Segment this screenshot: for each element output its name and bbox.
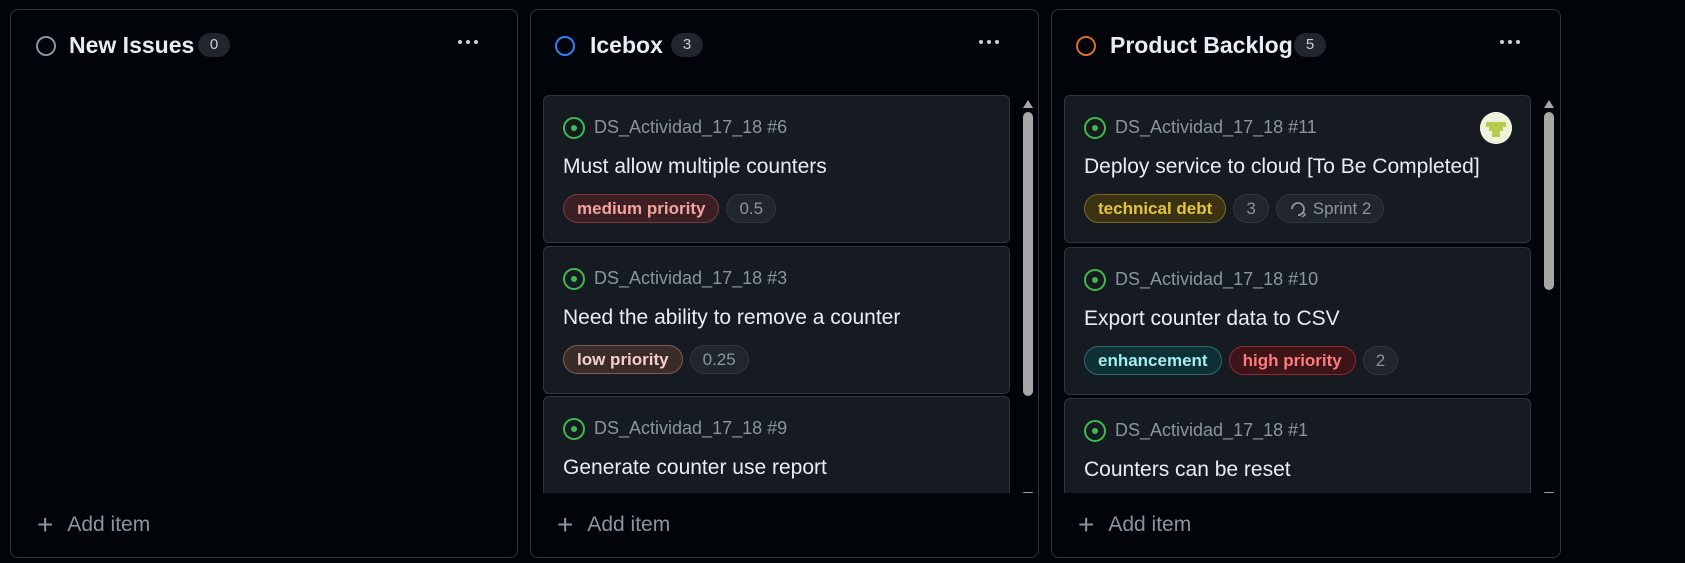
item-count-badge: 5 (1294, 33, 1326, 57)
issue-reference: DS_Actividad_17_18 #11 (1115, 117, 1317, 137)
column-title: Product Backlog (1110, 32, 1293, 58)
issue-reference: DS_Actividad_17_18 #6 (594, 117, 788, 137)
scrollbar-thumb[interactable] (1023, 112, 1033, 396)
issue-reference: DS_Actividad_17_18 #1 (1115, 420, 1309, 440)
card-fields: medium priority 0.5 (563, 194, 777, 223)
card-fields: low priority 0.25 (563, 345, 749, 374)
issue-title[interactable]: Generate counter use report (563, 456, 827, 480)
add-item-button[interactable]: + Add item (1052, 493, 1560, 557)
column-menu-button[interactable] (452, 30, 484, 54)
issue-card[interactable]: DS_Actividad_17_18 #3 Need the ability t… (543, 246, 1010, 394)
add-item-button[interactable]: + Add item (531, 493, 1038, 557)
card-fields: enhancement high priority 2 (1084, 346, 1399, 375)
column-menu-button[interactable] (973, 30, 1005, 54)
column-header: Icebox 3 (531, 10, 1038, 90)
estimate-field: 2 (1362, 346, 1399, 375)
plus-icon: + (1078, 509, 1095, 540)
iteration-label: Sprint 2 (1312, 199, 1372, 218)
status-circle-icon (1076, 36, 1096, 56)
card-fields: technical debt 3 Sprint 2 (1084, 194, 1385, 223)
add-item-label: Add item (1108, 513, 1192, 536)
column-header: New Issues 0 (11, 10, 517, 90)
issue-card[interactable]: DS_Actividad_17_18 #9 Generate counter u… (543, 396, 1010, 505)
assignee-avatar[interactable] (1480, 112, 1512, 144)
estimate-field: 0.25 (689, 345, 749, 374)
issue-card[interactable]: DS_Actividad_17_18 #1 Counters can be re… (1064, 398, 1531, 505)
status-circle-icon (36, 36, 56, 56)
scroll-up-arrow-icon[interactable] (1023, 100, 1033, 108)
add-item-label: Add item (67, 513, 151, 536)
open-issue-icon (1084, 420, 1106, 442)
scroll-up-arrow-icon[interactable] (1544, 100, 1554, 108)
column-title: New Issues (69, 32, 195, 58)
column-new-issues: New Issues 0 + Add item (10, 9, 518, 558)
item-count-badge: 0 (198, 33, 230, 57)
estimate-field: 0.5 (726, 194, 777, 223)
issue-card[interactable]: DS_Actividad_17_18 #6 Must allow multipl… (543, 95, 1010, 243)
plus-icon: + (37, 509, 54, 540)
card-list: DS_Actividad_17_18 #11 Deploy service to… (1064, 90, 1532, 505)
open-issue-icon (563, 117, 585, 139)
column-icebox: Icebox 3 DS_Actividad_17_18 #6 Must allo… (530, 9, 1039, 558)
issue-reference: DS_Actividad_17_18 #10 (1115, 269, 1319, 289)
issue-card[interactable]: DS_Actividad_17_18 #10 Export counter da… (1064, 247, 1531, 395)
open-issue-icon (563, 268, 585, 290)
item-count-badge: 3 (671, 33, 703, 57)
issue-title[interactable]: Need the ability to remove a counter (563, 306, 900, 330)
issue-title[interactable]: Deploy service to cloud [To Be Completed… (1084, 155, 1480, 179)
issue-title[interactable]: Export counter data to CSV (1084, 307, 1340, 331)
open-issue-icon (563, 418, 585, 440)
open-issue-icon (1084, 117, 1106, 139)
column-menu-button[interactable] (1494, 30, 1526, 54)
label-technical-debt[interactable]: technical debt (1084, 194, 1227, 223)
open-issue-icon (1084, 269, 1106, 291)
issue-title[interactable]: Must allow multiple counters (563, 155, 827, 179)
column-title: Icebox (590, 32, 663, 58)
column-product-backlog: Product Backlog 5 DS_Actividad_17_18 #11… (1051, 9, 1561, 558)
issue-title[interactable]: Counters can be reset (1084, 458, 1291, 482)
plus-icon: + (557, 509, 574, 540)
label-high-priority[interactable]: high priority (1228, 346, 1356, 375)
status-circle-icon (555, 36, 575, 56)
column-header: Product Backlog 5 (1052, 10, 1560, 90)
iteration-field: Sprint 2 (1275, 194, 1385, 223)
add-item-button[interactable]: + Add item (11, 493, 517, 557)
add-item-label: Add item (587, 513, 671, 536)
estimate-field: 3 (1233, 194, 1269, 223)
card-list: DS_Actividad_17_18 #6 Must allow multipl… (543, 90, 1011, 505)
label-medium-priority[interactable]: medium priority (563, 194, 720, 223)
scrollbar[interactable] (1541, 96, 1557, 504)
issue-reference: DS_Actividad_17_18 #9 (594, 418, 788, 438)
label-low-priority[interactable]: low priority (563, 345, 683, 374)
label-enhancement[interactable]: enhancement (1084, 346, 1222, 375)
issue-reference: DS_Actividad_17_18 #3 (594, 268, 788, 288)
issue-card[interactable]: DS_Actividad_17_18 #11 Deploy service to… (1064, 95, 1531, 243)
iteration-icon (1290, 201, 1306, 218)
scrollbar-thumb[interactable] (1544, 112, 1554, 290)
scrollbar[interactable] (1020, 96, 1036, 504)
